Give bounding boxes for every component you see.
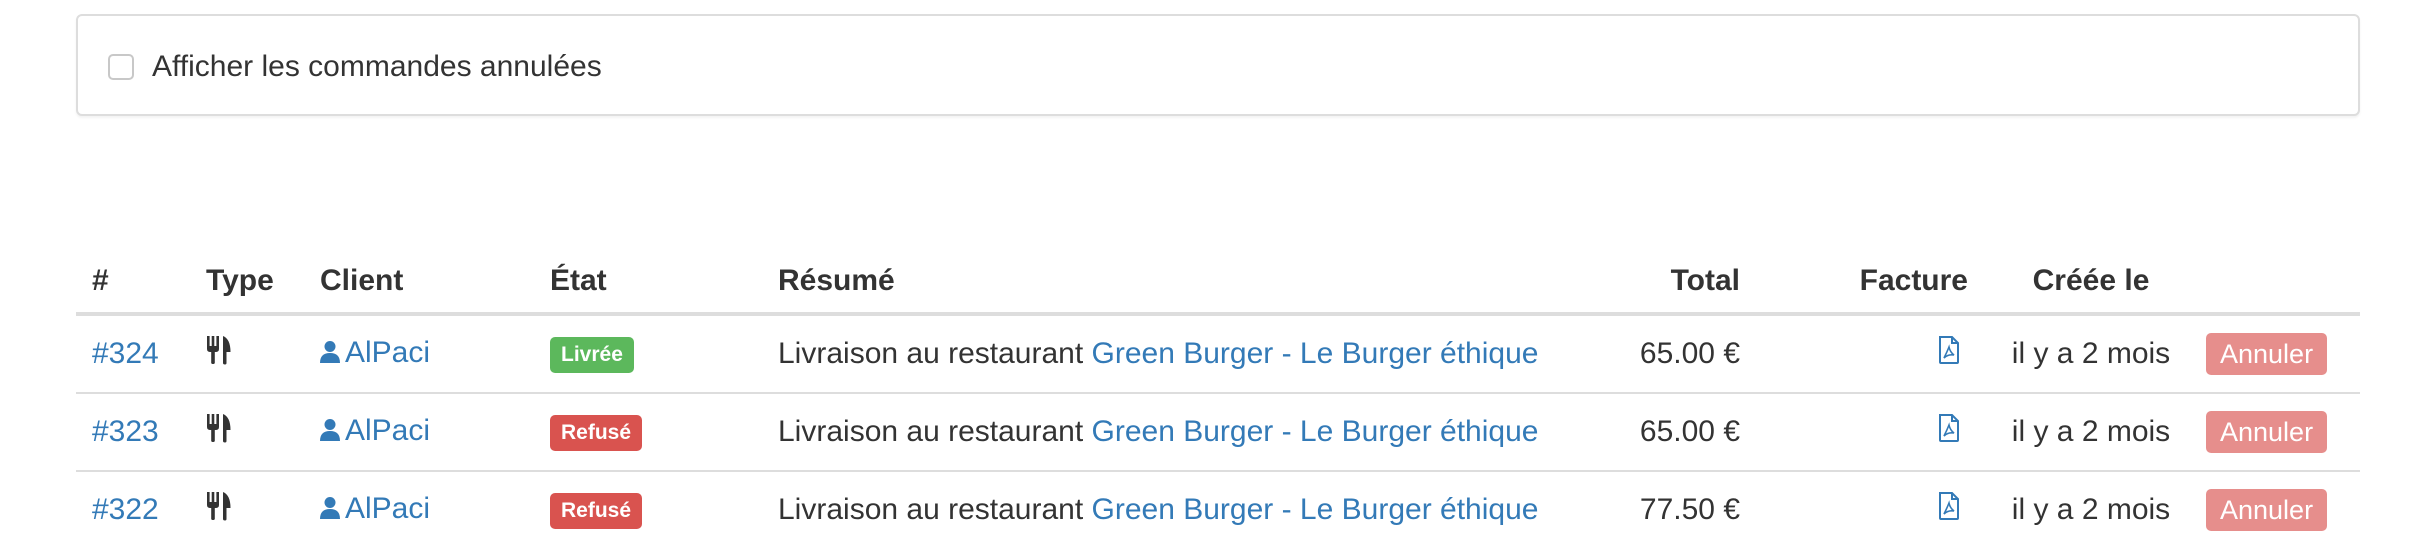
cancel-button[interactable]: Annuler — [2206, 489, 2328, 531]
client-link[interactable]: AlPaci — [320, 492, 430, 525]
created-date: il y a 2 mois — [1986, 393, 2196, 472]
header-summary: Résumé — [762, 250, 1522, 316]
created-date: il y a 2 mois — [2011, 493, 2171, 526]
status-badge: Refusé — [550, 493, 643, 529]
order-id-link[interactable]: #323 — [92, 415, 159, 448]
header-invoice: Facture — [1758, 250, 1986, 316]
table-header-row: # Type Client État Résumé Total Facture … — [76, 250, 2360, 316]
client-name[interactable]: AlPaci — [345, 336, 430, 369]
client-link[interactable]: AlPaci — [320, 336, 430, 369]
header-actions — [2196, 250, 2360, 316]
header-type: Type — [190, 250, 304, 316]
restaurant-link[interactable]: Green Burger - Le Burger éthique — [1092, 493, 1539, 526]
header-id: # — [76, 250, 190, 316]
summary-text: Livraison au restaurant — [778, 415, 1084, 448]
table-row: #323 AlPaci Refusé Livraison au restaura… — [76, 393, 2360, 472]
client-link[interactable]: AlPaci — [320, 414, 430, 447]
header-created: Créée le — [1986, 250, 2196, 316]
order-id-link[interactable]: #324 — [92, 337, 159, 370]
created-date: il y a 2 mois — [1986, 314, 2196, 394]
user-icon — [320, 338, 345, 372]
show-cancelled-label: Afficher les commandes annulées — [152, 50, 602, 83]
header-state: État — [534, 250, 762, 316]
order-total: 65.00 € — [1522, 393, 1758, 472]
client-name[interactable]: AlPaci — [345, 492, 430, 525]
header-total: Total — [1522, 250, 1758, 316]
table-row: #324 AlPaci Livrée Livraison au restaura… — [76, 314, 2360, 394]
cancel-button[interactable]: Annuler — [2206, 411, 2328, 453]
summary-text: Livraison au restaurant — [778, 493, 1084, 526]
order-id-link[interactable]: #322 — [92, 493, 159, 526]
filter-panel: Afficher les commandes annulées — [76, 14, 2360, 116]
show-cancelled-checkbox[interactable] — [108, 54, 134, 80]
cancel-button[interactable]: Annuler — [2206, 333, 2328, 375]
cutlery-icon — [206, 413, 232, 451]
cutlery-icon — [206, 491, 232, 529]
restaurant-link[interactable]: Green Burger - Le Burger éthique — [1092, 337, 1539, 370]
pdf-file-icon[interactable] — [1938, 492, 1968, 528]
pdf-file-icon[interactable] — [1938, 414, 1968, 450]
header-client: Client — [304, 250, 534, 316]
cutlery-icon — [206, 335, 232, 373]
pdf-file-icon[interactable] — [1938, 336, 1968, 372]
order-total: 65.00 € — [1522, 314, 1758, 394]
status-badge: Livrée — [550, 337, 634, 373]
summary-text: Livraison au restaurant — [778, 337, 1084, 370]
client-name[interactable]: AlPaci — [345, 414, 430, 447]
orders-table: # Type Client État Résumé Total Facture … — [76, 250, 2360, 548]
user-icon — [320, 416, 345, 450]
user-icon — [320, 494, 345, 528]
restaurant-link[interactable]: Green Burger - Le Burger éthique — [1092, 415, 1539, 448]
order-total: 77.50 € — [1639, 493, 1740, 526]
table-row: #322 AlPaci Refusé Livraison au restaura… — [76, 471, 2360, 548]
status-badge: Refusé — [550, 415, 643, 451]
show-cancelled-toggle[interactable]: Afficher les commandes annulées — [108, 50, 602, 84]
